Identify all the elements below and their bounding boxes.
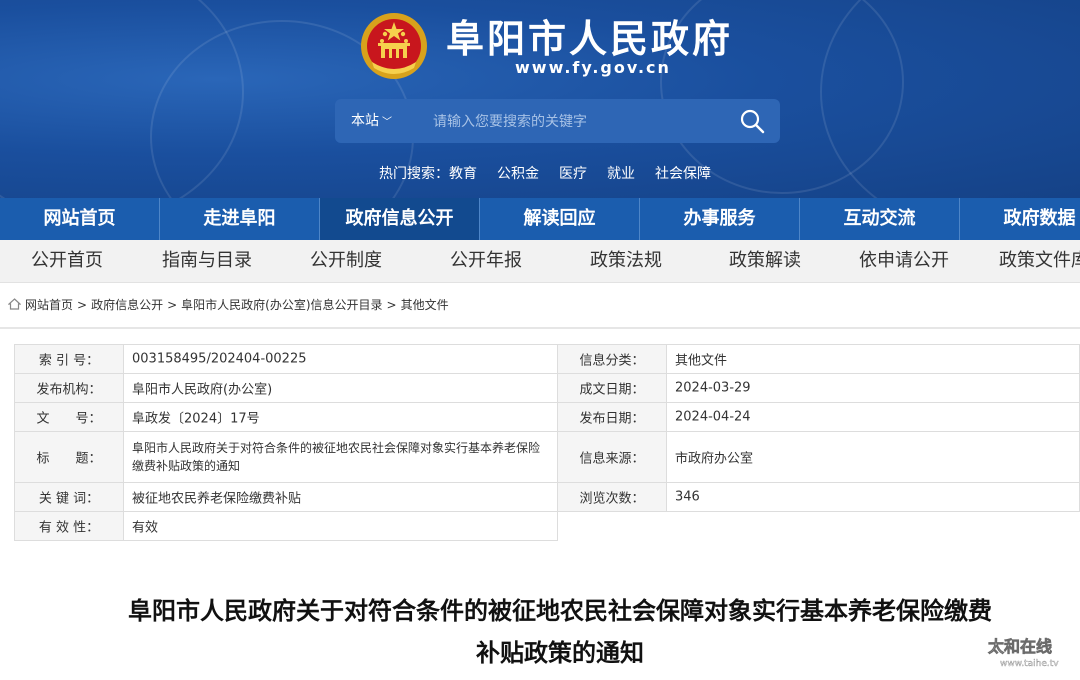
breadcrumb: 网站首页 > 政府信息公开 > 阜阳市人民政府(办公室)信息公开目录 > 其他文件	[7, 296, 449, 313]
info-label-publisher: 发布机构：	[14, 373, 124, 403]
hot-search-item[interactable]: 医疗	[559, 166, 587, 182]
info-value-index: 003158495/202404-00225	[123, 344, 558, 374]
subnav-item-disclosure-home[interactable]: 公开首页	[31, 240, 103, 282]
info-label-keywords: 关 键 词：	[14, 482, 124, 512]
document-headline-line: 阜阳市人民政府关于对符合条件的被征地农民社会保障对象实行基本养老保险缴费	[128, 597, 992, 625]
subnav-item-policies[interactable]: 政策法规	[590, 240, 662, 282]
site-title[interactable]: 阜阳市人民政府	[446, 8, 733, 63]
watermark-text: 太和在线	[987, 637, 1052, 656]
info-label-validity: 有 效 性：	[14, 511, 124, 541]
nav-item-services[interactable]: 办事服务	[640, 198, 800, 240]
info-label-category: 信息分类：	[557, 344, 667, 374]
hot-search-item[interactable]: 教育	[449, 166, 477, 182]
info-label-views: 浏览次数：	[557, 482, 667, 512]
main-nav: 网站首页 走进阜阳 政府信息公开 解读回应 办事服务 互动交流 政府数据	[0, 198, 1080, 240]
info-label-doc-number: 文 号：	[14, 402, 124, 432]
subnav-item-on-request[interactable]: 依申请公开	[859, 240, 949, 282]
info-value-title: 阜阳市人民政府关于对符合条件的被征地农民社会保障对象实行基本养老保险缴费补贴政策…	[123, 431, 558, 483]
info-label-title: 标 题：	[14, 431, 124, 483]
info-value-views: 346	[666, 482, 1080, 512]
search-input[interactable]	[431, 107, 725, 137]
chevron-down-icon: ﹀	[382, 117, 392, 128]
subnav-item-annual-report[interactable]: 公开年报	[450, 240, 522, 282]
search-scope-dropdown[interactable]: 本站 ﹀	[351, 99, 392, 143]
subnav-item-policy-library[interactable]: 政策文件库	[999, 240, 1080, 282]
info-value-validity: 有效	[123, 511, 558, 541]
divider	[0, 327, 1080, 329]
info-label-created-date: 成文日期：	[557, 373, 667, 403]
nav-item-gov-data[interactable]: 政府数据	[960, 198, 1080, 240]
info-value-publisher: 阜阳市人民政府(办公室)	[123, 373, 558, 403]
breadcrumb-current: 其他文件	[400, 298, 449, 312]
subnav-item-policy-interpretation[interactable]: 政策解读	[729, 240, 801, 282]
search-bar: 本站 ﹀	[335, 99, 780, 143]
info-label-index: 索 引 号：	[14, 344, 124, 374]
nav-item-interpretation[interactable]: 解读回应	[480, 198, 640, 240]
site-url[interactable]: www.fy.gov.cn	[515, 58, 671, 77]
breadcrumb-link[interactable]: 政府信息公开	[91, 298, 163, 312]
info-label-source: 信息来源：	[557, 431, 667, 483]
info-value-created-date: 2024-03-29	[666, 373, 1080, 403]
document-headline-line: 补贴政策的通知	[476, 639, 644, 667]
search-scope-label: 本站	[351, 113, 379, 129]
info-value-doc-number: 阜政发〔2024〕17号	[123, 402, 558, 432]
nav-item-gov-info-disclosure[interactable]: 政府信息公开	[320, 198, 480, 240]
info-value-category: 其他文件	[666, 344, 1080, 374]
home-icon	[7, 298, 22, 313]
watermark-logo: 太和在线 www.taihe.tv	[954, 628, 1074, 672]
sub-nav: 公开首页 指南与目录 公开制度 公开年报 政策法规 政策解读 依申请公开 政策文…	[0, 240, 1080, 283]
info-value-source: 市政府办公室	[666, 431, 1080, 483]
nav-item-about-fuyang[interactable]: 走进阜阳	[160, 198, 320, 240]
info-value-keywords: 被征地农民养老保险缴费补贴	[123, 482, 558, 512]
watermark-subtext: www.taihe.tv	[1000, 659, 1059, 669]
nav-item-interaction[interactable]: 互动交流	[800, 198, 960, 240]
info-value-publish-date: 2024-04-24	[666, 402, 1080, 432]
hot-search-item[interactable]: 公积金	[497, 166, 539, 182]
hot-search-label: 热门搜索：	[379, 166, 449, 182]
nav-item-home[interactable]: 网站首页	[0, 198, 160, 240]
breadcrumb-separator: >	[77, 298, 88, 312]
site-header: 阜阳市人民政府 www.fy.gov.cn 本站﹀ 热门搜索：教育 公积金 医疗 就业…	[0, 0, 1080, 198]
hot-search-item[interactable]: 社会保障	[655, 166, 711, 182]
subnav-item-disclosure-system[interactable]: 公开制度	[310, 240, 382, 282]
breadcrumb-separator: >	[386, 298, 397, 312]
document-headline: 阜阳市人民政府关于对符合条件的被征地农民社会保障对象实行基本养老保险缴费 补贴政…	[60, 590, 1060, 674]
breadcrumb-link[interactable]: 网站首页	[25, 298, 73, 312]
search-icon[interactable]	[738, 107, 766, 135]
subnav-item-guide-catalog[interactable]: 指南与目录	[162, 240, 252, 282]
hot-search-item[interactable]: 就业	[607, 166, 635, 182]
breadcrumb-link[interactable]: 阜阳市人民政府(办公室)信息公开目录	[181, 298, 382, 312]
hot-search: 热门搜索：教育 公积金 医疗 就业 社会保障	[379, 163, 731, 183]
national-emblem-icon[interactable]	[358, 10, 430, 82]
info-label-publish-date: 发布日期：	[557, 402, 667, 432]
breadcrumb-separator: >	[167, 298, 178, 312]
